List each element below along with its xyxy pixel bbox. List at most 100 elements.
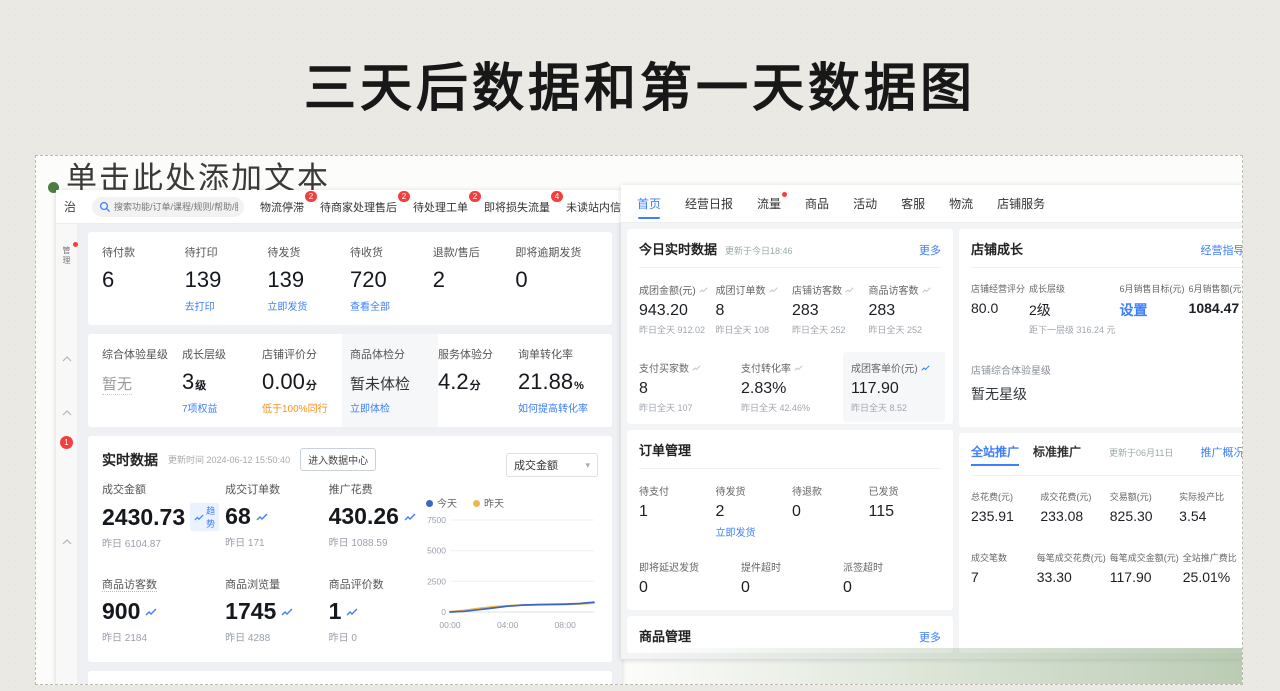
stat-cell: 待支付1 bbox=[639, 483, 712, 539]
promo-618-card[interactable]: 618大促 bbox=[88, 671, 612, 685]
data-center-button[interactable]: 进入数据中心 bbox=[300, 448, 376, 471]
sidebar-badge: 1 bbox=[60, 436, 73, 449]
ship-now-link[interactable]: 立即发货 bbox=[267, 298, 350, 313]
set-target-link[interactable]: 设置 bbox=[1120, 300, 1185, 320]
tab-activity[interactable]: 活动 bbox=[853, 185, 877, 223]
shop-growth-card: 店铺成长经营指导 店铺经营评分80.0 成长层级2级距下一层级 316.24 元… bbox=[959, 229, 1243, 427]
tab-shop-service[interactable]: 店铺服务 bbox=[997, 185, 1045, 223]
todo-cell: 待打印139去打印 bbox=[185, 244, 268, 313]
rating-cell: 成长层级3级7项权益 bbox=[182, 346, 262, 415]
stat-cell: 店铺经营评分80.0 bbox=[971, 282, 1025, 336]
trend-icon[interactable] bbox=[145, 607, 157, 617]
chevron-up-icon[interactable] bbox=[62, 356, 72, 362]
chevron-up-icon[interactable] bbox=[62, 539, 72, 545]
svg-text:04:00: 04:00 bbox=[497, 620, 519, 630]
rating-cell-highlighted: 商品体检分暂未体检立即体检 bbox=[342, 334, 438, 427]
realtime-row1: 成团金额(元)943.20昨日全天 912.02 成团订单数8昨日全天 108 … bbox=[639, 282, 941, 336]
tab-home[interactable]: 首页 bbox=[637, 185, 661, 223]
nav-item-aftersales[interactable]: 待商家处理售后2 bbox=[320, 199, 397, 215]
view-all-link[interactable]: 查看全部 bbox=[350, 298, 433, 313]
stat-cell: 支付转化率2.83%昨日全天 42.46% bbox=[741, 360, 839, 414]
rating-card: 综合体验星级暂无 成长层级3级7项权益 店铺评价分0.00分低于100%同行 商… bbox=[88, 334, 612, 427]
orders-row2: 即将延迟发货0 提件超时0 派签超时0 bbox=[639, 559, 941, 600]
tab-daily-report[interactable]: 经营日报 bbox=[685, 185, 733, 223]
left-sidebar: 管理 1 bbox=[56, 224, 78, 685]
stat-cell: 商品访客数283昨日全天 252 bbox=[869, 282, 942, 336]
pdd-dashboard: 首页 经营日报 流量 商品 活动 客服 物流 店铺服务 今日实时数据 更新于今日… bbox=[621, 185, 1243, 659]
trend-icon[interactable] bbox=[346, 607, 358, 617]
trend-icon[interactable] bbox=[404, 512, 416, 522]
tab-logistics[interactable]: 物流 bbox=[949, 185, 973, 223]
tab-standard-promo[interactable]: 标准推广 bbox=[1033, 443, 1081, 460]
today-realtime-card: 今日实时数据 更新于今日18:46 更多 成团金额(元)943.20昨日全天 9… bbox=[627, 229, 953, 424]
mini-chart-icon bbox=[692, 364, 701, 372]
more-link[interactable]: 更多 bbox=[919, 242, 941, 258]
nav-item-unread-messages[interactable]: 未读站内信98 bbox=[566, 199, 621, 215]
tab-traffic[interactable]: 流量 bbox=[757, 185, 781, 223]
promo-row2: 成交笔数7 每笔成交花费(元)33.30 每笔成交金额(元)117.90 全站推… bbox=[971, 551, 1243, 588]
realtime-row2: 支付买家数8昨日全天 107 支付转化率2.83%昨日全天 42.46% 成团客… bbox=[639, 360, 941, 414]
business-guide-link[interactable]: 经营指导 bbox=[1201, 242, 1243, 258]
todo-cell: 待付款6 bbox=[102, 244, 185, 313]
taobao-dashboard: 治 物流停滞2 待商家处理售后2 待处理工单2 即将损失流量4 未读站内信98 … bbox=[56, 190, 622, 685]
below-peers-label: 低于100%同行 bbox=[262, 400, 342, 415]
stat-cell: 支付买家数8昨日全天 107 bbox=[639, 360, 737, 414]
svg-text:2500: 2500 bbox=[427, 576, 446, 586]
metric-cell: 商品访客数 900 昨日 2184 bbox=[102, 576, 219, 644]
rating-cell: 综合体验星级暂无 bbox=[102, 346, 182, 415]
improve-conversion-link[interactable]: 如何提高转化率 bbox=[518, 400, 598, 415]
nav-item-logistics-stalled[interactable]: 物流停滞2 bbox=[260, 199, 304, 215]
svg-text:0: 0 bbox=[441, 607, 446, 617]
tab-sitewide-promo[interactable]: 全站推广 bbox=[971, 443, 1019, 466]
left-main-area: 待付款6 待打印139去打印 待发货139立即发货 待收货720查看全部 退款/… bbox=[78, 224, 622, 685]
stat-cell: 成长层级2级距下一层级 316.24 元 bbox=[1029, 282, 1116, 336]
stat-cell: 每笔成交金额(元)117.90 bbox=[1110, 551, 1179, 588]
rights-link[interactable]: 7项权益 bbox=[182, 400, 262, 415]
nav-item-traffic-loss[interactable]: 即将损失流量4 bbox=[484, 199, 550, 215]
stat-cell: 6月销售额(元)1084.47 bbox=[1189, 282, 1243, 336]
search-field[interactable] bbox=[92, 197, 244, 217]
check-now-link[interactable]: 立即体检 bbox=[350, 400, 430, 415]
nav-edge-label: 治 bbox=[64, 198, 76, 215]
search-icon bbox=[99, 201, 111, 213]
trend-icon[interactable] bbox=[281, 607, 293, 617]
search-input[interactable] bbox=[92, 197, 244, 217]
metric-cell: 商品浏览量 1745 昨日 4288 bbox=[225, 576, 322, 644]
mini-chart-icon bbox=[769, 286, 778, 294]
realtime-title: 实时数据 bbox=[102, 450, 158, 470]
go-print-link[interactable]: 去打印 bbox=[185, 298, 268, 313]
stat-cell: 即将延迟发货0 bbox=[639, 559, 737, 600]
trend-badge[interactable]: 趋势 bbox=[190, 503, 219, 531]
realtime-card: 实时数据 更新时间 2024-06-12 15:50:40 进入数据中心 成交金… bbox=[88, 436, 612, 662]
metric-select[interactable]: 成交金额▾ bbox=[506, 453, 598, 477]
trend-icon[interactable] bbox=[256, 512, 268, 522]
sidebar-item-manage[interactable]: 管理 bbox=[61, 246, 73, 266]
stat-cell: 已发货115 bbox=[869, 483, 942, 539]
mini-chart-icon bbox=[699, 286, 708, 294]
metric-cell: 商品评价数 1 昨日 0 bbox=[329, 576, 426, 644]
chart-legend: 今天 昨天 bbox=[426, 495, 598, 510]
red-dot-icon bbox=[73, 242, 78, 247]
stat-cell: 成交笔数7 bbox=[971, 551, 1033, 588]
todo-card: 待付款6 待打印139去打印 待发货139立即发货 待收货720查看全部 退款/… bbox=[88, 232, 612, 325]
stat-cell: 派签超时0 bbox=[843, 559, 941, 600]
star-rating-value: 暂无星级 bbox=[971, 384, 1243, 404]
realtime-metrics: 成交金额 2430.73 趋势 昨日 6104.87 成交订单数 68 昨日 1… bbox=[102, 481, 426, 644]
chevron-up-icon[interactable] bbox=[62, 410, 72, 416]
tab-customer-service[interactable]: 客服 bbox=[901, 185, 925, 223]
stat-cell: 成团金额(元)943.20昨日全天 912.02 bbox=[639, 282, 712, 336]
todo-cell: 退款/售后2 bbox=[433, 244, 516, 313]
more-link[interactable]: 更多 bbox=[919, 629, 941, 645]
promo-overview-link[interactable]: 推广概况 bbox=[1201, 444, 1243, 460]
stat-cell: 每笔成交花费(元)33.30 bbox=[1037, 551, 1106, 588]
ship-now-link[interactable]: 立即发货 bbox=[716, 524, 789, 539]
legend-yesterday: 昨天 bbox=[473, 495, 504, 510]
svg-text:08:00: 08:00 bbox=[555, 620, 577, 630]
stat-cell: 交易额(元)825.30 bbox=[1110, 490, 1175, 527]
tab-goods[interactable]: 商品 bbox=[805, 185, 829, 223]
badge-count: 2 bbox=[469, 191, 481, 202]
metric-cell: 推广花费 430.26 昨日 1088.59 bbox=[329, 481, 426, 550]
metric-cell: 成交金额 2430.73 趋势 昨日 6104.87 bbox=[102, 481, 219, 550]
stat-cell: 店铺访客数283昨日全天 252 bbox=[792, 282, 865, 336]
nav-item-workorder[interactable]: 待处理工单2 bbox=[413, 199, 468, 215]
